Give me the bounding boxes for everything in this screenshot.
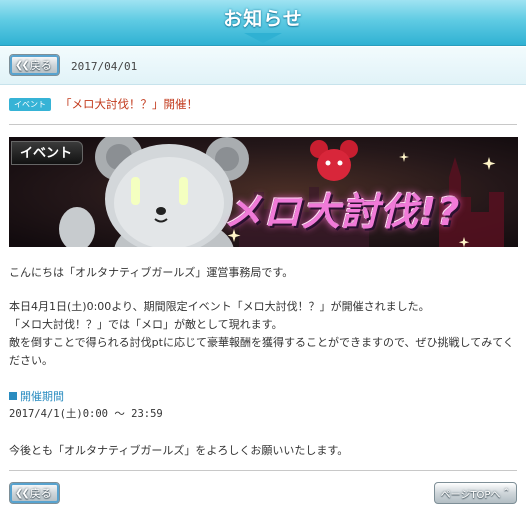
- footer-back-button[interactable]: ❮❮ 戻る: [9, 482, 60, 504]
- back-button[interactable]: ❮❮ 戻る: [9, 54, 60, 76]
- double-chevron-up-icon: ⌃: [502, 488, 510, 498]
- closing-text: 今後とも「オルタナティブガールズ」をよろしくお願いいたします。: [9, 444, 349, 457]
- paragraph-line: ださい。: [9, 354, 53, 367]
- banner-event-badge: イベント: [11, 141, 84, 165]
- top-nav-bar: ❮❮ 戻る 2017/04/01: [0, 47, 526, 85]
- page-title: お知らせ: [223, 8, 303, 30]
- footer-back-label: 戻る: [29, 487, 52, 500]
- paragraph-greeting: こんにちは「オルタナティブガールズ」運営事務局です。: [9, 266, 294, 279]
- banner-logo-text: メロ大討伐!?: [224, 190, 461, 234]
- period-heading: 開催期間: [9, 388, 64, 404]
- double-chevron-left-icon: ❮❮: [15, 487, 30, 499]
- divider: [9, 470, 517, 471]
- article-title: 「メロ大討伐！？」開催！: [60, 97, 198, 111]
- category-badge: イベント: [9, 98, 51, 111]
- post-date: 2017/04/01: [71, 60, 138, 73]
- period-value: 2017/4/1(土)0:00 ～ 23:59: [9, 408, 163, 420]
- paragraph-line: 本日4月1日(土)0:00より、期間限定イベント「メロ大討伐！？」が開催されまし…: [9, 300, 430, 313]
- square-bullet-icon: [9, 392, 17, 400]
- back-button-label: 戻る: [29, 59, 52, 72]
- divider: [9, 124, 517, 125]
- page-top-button[interactable]: ページTOPへ ⌃: [433, 482, 517, 504]
- paragraph-line: 敵を倒すことで得られる討伐ptに応じて豪華報酬を獲得することができますので、ぜひ…: [9, 336, 514, 349]
- double-chevron-left-icon: ❮❮: [15, 59, 30, 71]
- page-top-label: ページTOPへ: [440, 489, 501, 501]
- paragraph-line: 「メロ大討伐！？」では「メロ」が敵として現れます。: [9, 318, 283, 331]
- page-header: お知らせ: [0, 0, 526, 46]
- event-banner: イベント メロ大討伐!?: [9, 137, 518, 247]
